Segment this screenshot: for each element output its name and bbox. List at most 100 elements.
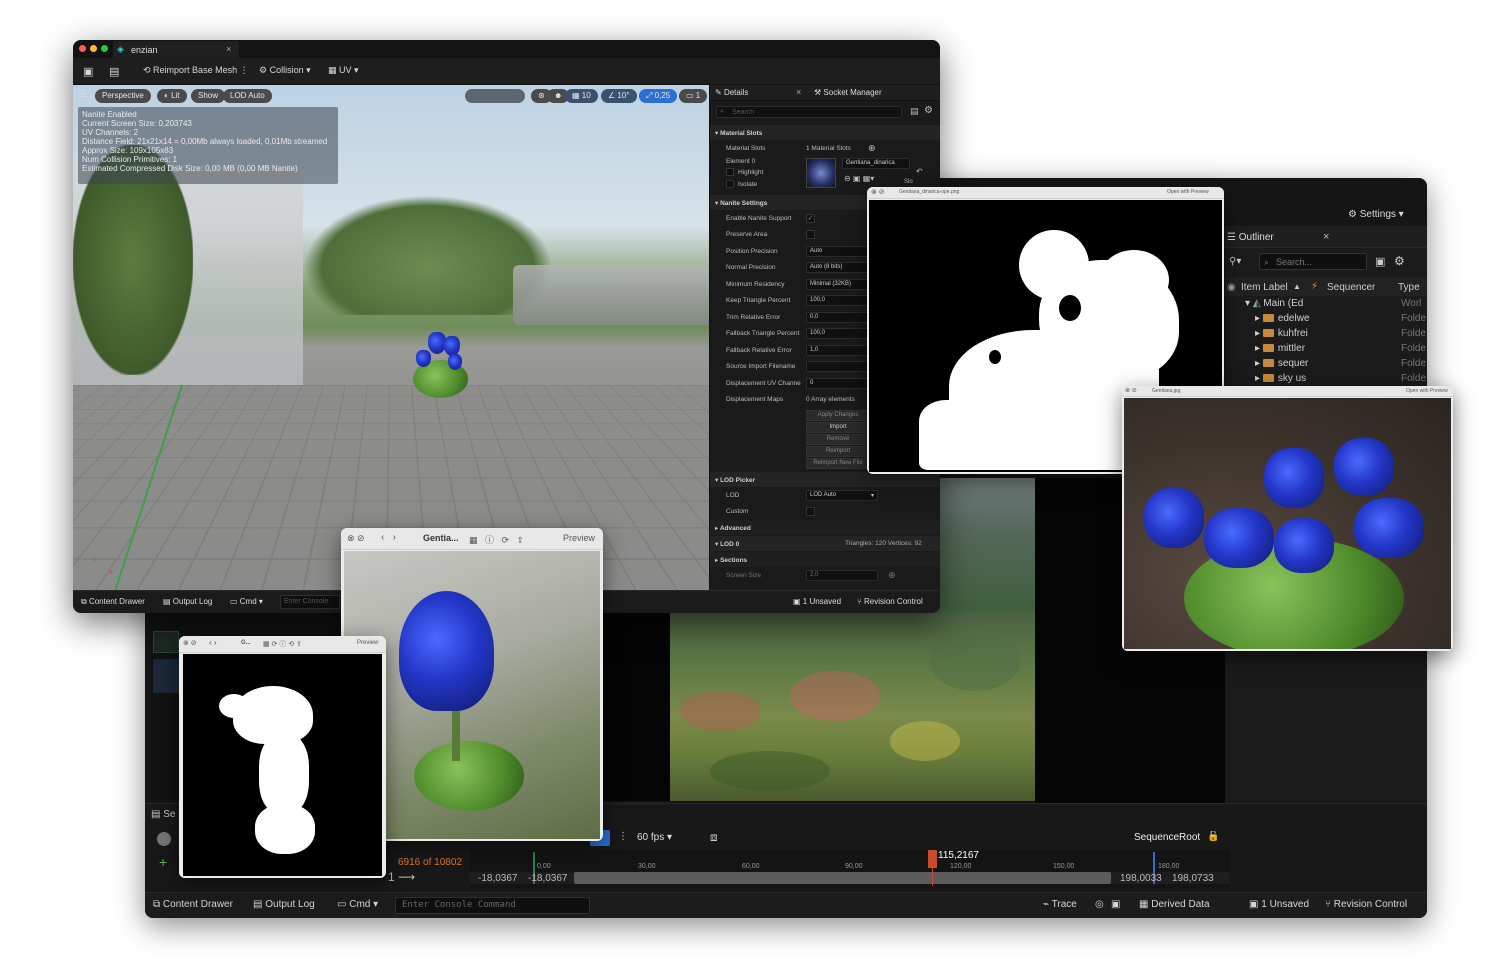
sequence-root-label[interactable]: SequenceRoot [1134, 832, 1200, 843]
list-item[interactable]: ▸ kuhfrei [1255, 328, 1308, 343]
grid-snap-button[interactable]: ▦ 10 [565, 89, 598, 103]
list-item[interactable]: ▸ edelwe [1255, 313, 1310, 328]
nav-arrows[interactable]: ‹ › [209, 638, 217, 647]
save-icon[interactable]: ▣ [83, 65, 93, 78]
camera-icon[interactable]: ▣ [1111, 899, 1120, 910]
add-folder-icon[interactable]: ▣ [1375, 255, 1385, 268]
lod-select[interactable]: LOD Auto ▾ [806, 490, 878, 501]
camera-speed-button[interactable]: ▭ 1 [679, 89, 708, 103]
socket-manager-tab[interactable]: ⚒ Socket Manager [814, 88, 882, 97]
view-start-outer[interactable]: -18,0367 [478, 873, 517, 884]
position-precision-select[interactable]: Auto [806, 246, 870, 257]
range-bar[interactable] [574, 872, 1111, 884]
unsaved-button[interactable]: ▣ 1 Unsaved [793, 597, 841, 606]
close-window-button[interactable] [79, 45, 86, 52]
perspective-button[interactable]: Perspective [95, 89, 151, 103]
lit-button[interactable]: ◐ Lit [157, 89, 187, 103]
menu-icon[interactable]: ☰ [79, 89, 87, 100]
window-controls[interactable]: ⊗ ⊘ [1125, 387, 1137, 394]
content-drawer-button[interactable]: ⧉ Content Drawer [81, 597, 145, 607]
window-controls[interactable]: ⊗ ⊘ [347, 533, 365, 544]
highlight-checkbox[interactable] [726, 168, 734, 176]
close-icon[interactable]: × [1323, 231, 1329, 243]
show-button[interactable]: Show [191, 89, 226, 103]
console-input[interactable]: Enter Console Command [395, 897, 590, 914]
close-icon[interactable]: × [796, 87, 801, 97]
normal-precision-select[interactable]: Auto (8 bits) [806, 262, 870, 273]
view-start-inner[interactable]: -18,0367 [528, 873, 567, 884]
cmd-dropdown[interactable]: ▭ Cmd ▾ [230, 597, 263, 606]
record-icon[interactable]: ◎ [1095, 899, 1104, 910]
sequencer-tab[interactable]: ▤ Se [151, 809, 175, 820]
playback-controls[interactable]: 1 ⟶ [388, 870, 415, 884]
section-sections[interactable]: ▸ Sections [710, 552, 940, 567]
reimport-new-file-button[interactable]: Reimport New File [806, 458, 870, 469]
source-filename-input[interactable] [806, 361, 870, 372]
output-log-button[interactable]: ▤ Output Log [253, 899, 315, 910]
material-thumbnail[interactable] [806, 158, 836, 188]
list-item[interactable]: ▾ ◭ Main (Ed [1245, 298, 1303, 313]
mesh-viewport[interactable]: ☰ Perspective ◐ Lit Show LOD Auto ⊛ ☻ ▦ … [73, 85, 709, 590]
output-log-button[interactable]: ▤ Output Log [163, 597, 212, 606]
time-ruler[interactable]: 115,2167 0,00 30,00 60,00 90,00 120,00 1… [470, 850, 1230, 888]
material-actions-icon[interactable]: ⊖ ▣ ▦▾ [844, 174, 874, 183]
gentian-mesh[interactable] [408, 330, 478, 400]
fps-dropdown[interactable]: 60 fps ▾ [637, 832, 672, 843]
add-slot-icon[interactable]: ⊕ [868, 143, 876, 154]
keep-triangle-input[interactable]: 100,0 [806, 295, 870, 306]
settings-button[interactable]: ⚙ Settings ▾ [1348, 209, 1404, 220]
lock-icon[interactable]: 🔓 [1207, 831, 1219, 842]
col-type[interactable]: Type [1398, 282, 1420, 293]
console-input[interactable]: Enter Console [280, 595, 340, 609]
collision-dropdown[interactable]: ⚙ Collision ▾ [259, 65, 311, 76]
view-end-inner[interactable]: 198,0033 [1120, 873, 1162, 884]
remove-button[interactable]: Remove [806, 434, 870, 445]
outliner-search-input[interactable]: ⌕ Search... [1259, 253, 1367, 270]
scale-snap-button[interactable]: ⤢ 0,25 [639, 89, 678, 103]
fallback-triangle-input[interactable]: 100,0 [806, 328, 870, 339]
open-with-preview-button[interactable]: Open with Preview [1167, 189, 1209, 195]
details-tab[interactable]: ✎ Details [715, 88, 748, 97]
enable-nanite-checkbox[interactable]: ✓ [806, 214, 815, 223]
revision-control-button[interactable]: ⑂ Revision Control [1325, 899, 1407, 910]
window-controls[interactable]: ⊗ ⊘ [871, 188, 885, 196]
nav-arrows[interactable]: ‹ › [381, 532, 396, 543]
displacement-uv-input[interactable]: 0 [806, 378, 870, 389]
playhead[interactable] [928, 850, 937, 868]
minimize-window-button[interactable] [90, 45, 97, 52]
tab-enzian[interactable]: ◈ enzian × [113, 41, 239, 58]
list-item[interactable]: ▸ sequer [1255, 358, 1308, 373]
trace-button[interactable]: ⌁ Trace [1043, 899, 1077, 910]
section-lod-picker[interactable]: ▾ LOD Picker [710, 472, 940, 487]
transform-tools[interactable] [465, 89, 525, 103]
section-advanced[interactable]: ▸ Advanced [710, 520, 940, 535]
outliner-tab[interactable]: ☰ Outliner [1227, 232, 1274, 243]
filter-icon[interactable]: ⚲▾ [1229, 256, 1241, 267]
revision-control-button[interactable]: ⑂ Revision Control [857, 597, 923, 606]
lod-auto-button[interactable]: LOD Auto [223, 89, 272, 103]
col-sequencer[interactable]: Sequencer [1327, 282, 1375, 293]
unsaved-button[interactable]: ▣ 1 Unsaved [1249, 899, 1309, 910]
toolbar-icons[interactable]: ▦ ⓘ ⟳ ⇪ [469, 533, 524, 546]
globe-icon[interactable] [157, 832, 171, 846]
isolate-checkbox[interactable] [726, 180, 734, 188]
content-drawer-button[interactable]: ⧉ Content Drawer [153, 899, 233, 910]
view-end-outer[interactable]: 198,0733 [1172, 873, 1214, 884]
preserve-area-checkbox[interactable] [806, 230, 815, 239]
snap-icon[interactable]: ⧈ [710, 830, 718, 845]
browse-icon[interactable]: ▤ [109, 65, 119, 78]
gear-icon[interactable]: ⚙ [1394, 254, 1405, 268]
gear-icon[interactable]: ⚙ [924, 105, 933, 116]
window-controls[interactable]: ⊗ ⊘ [183, 639, 197, 647]
maximize-window-button[interactable] [101, 45, 108, 52]
derived-data-button[interactable]: ▦ Derived Data [1139, 899, 1210, 910]
trim-error-input[interactable]: 0,0 [806, 312, 870, 323]
section-lod0[interactable]: ▾ LOD 0 Triangles: 120 Vertices: 92 [710, 536, 940, 551]
eye-icon[interactable]: ◉ [1227, 282, 1236, 293]
details-search-input[interactable]: ⌕ Search [716, 106, 902, 118]
open-with-preview-button[interactable]: Open with Preview [1406, 388, 1448, 394]
section-material-slots[interactable]: ▾ Material Slots [710, 125, 940, 140]
view-options-icon[interactable]: ▤ [910, 106, 919, 117]
close-icon[interactable]: × [226, 44, 231, 54]
cmd-dropdown[interactable]: ▭ Cmd ▾ [337, 899, 378, 910]
